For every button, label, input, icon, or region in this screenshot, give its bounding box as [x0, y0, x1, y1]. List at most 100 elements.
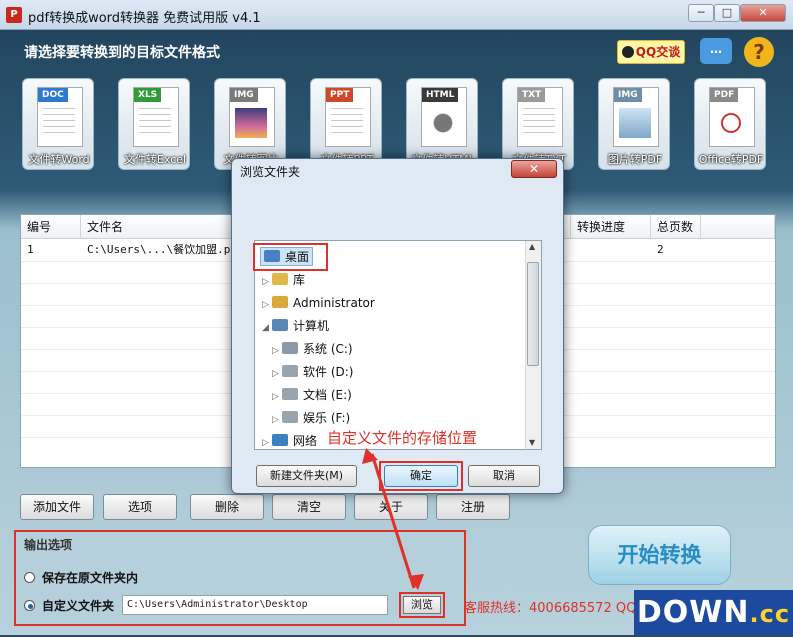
cancel-button[interactable]: 取消	[468, 465, 540, 487]
format-tag: HTML	[422, 88, 459, 102]
format-excel-button[interactable]: XLS 文件转Excel	[118, 78, 190, 170]
options-button[interactable]: 选项	[103, 494, 177, 520]
cell-progress	[571, 239, 651, 261]
html-globe-icon: HTML	[421, 87, 467, 147]
column-header-pages[interactable]: 总页数	[651, 215, 701, 239]
computer-icon	[272, 319, 288, 331]
format-label: Office转PDF	[698, 153, 764, 166]
scrollbar-thumb[interactable]	[527, 262, 539, 366]
watermark-main: DOWN	[636, 595, 750, 630]
tree-item-label: 系统 (C:)	[303, 342, 353, 356]
app-icon: P	[6, 7, 22, 23]
down-cc-watermark: DOWN.cc	[634, 590, 793, 635]
expand-arrow-icon[interactable]: ▷	[272, 410, 282, 430]
tree-item-label: 计算机	[293, 319, 330, 333]
expand-arrow-icon[interactable]: ▷	[272, 341, 282, 361]
add-file-button[interactable]: 添加文件	[20, 494, 94, 520]
new-folder-button[interactable]: 新建文件夹(M)	[256, 465, 357, 487]
format-label: 图片转PDF	[607, 153, 663, 166]
tree-item-drive-c[interactable]: ▷ 系统 (C:)	[272, 339, 353, 359]
window-title: pdf转换成word转换器 免费试用版 v4.1	[28, 11, 261, 26]
tree-item-drive-d[interactable]: ▷ 软件 (D:)	[272, 362, 353, 382]
clear-button[interactable]: 清空	[272, 494, 346, 520]
tree-item-drive-f[interactable]: ▷ 娱乐 (F:)	[272, 408, 350, 428]
expand-arrow-icon[interactable]: ▷	[262, 272, 272, 292]
format-label: 文件转Word	[28, 153, 90, 166]
qq-chat-label: QQ交谈	[635, 45, 681, 59]
tree-item-computer[interactable]: ◢ 计算机	[262, 316, 329, 336]
drive-icon	[282, 411, 298, 423]
expand-arrow-icon[interactable]: ▷	[272, 387, 282, 407]
library-icon	[272, 273, 288, 285]
minimize-button[interactable]: ─	[688, 4, 714, 22]
storage-location-annotation: 自定义文件的存储位置	[327, 429, 478, 447]
system-drive-icon	[282, 342, 298, 354]
dialog-close-button[interactable]: ✕	[511, 160, 557, 178]
radio-original-folder[interactable]	[24, 572, 35, 583]
format-label: 文件转Excel	[123, 153, 187, 166]
tree-item-label: 娱乐 (F:)	[303, 411, 351, 425]
qq-icon	[621, 46, 634, 58]
desktop-highlight	[253, 243, 328, 271]
output-options-title: 输出选项	[24, 538, 73, 552]
close-button[interactable]: ✕	[740, 4, 786, 22]
image-to-pdf-button[interactable]: IMG 图片转PDF	[598, 78, 670, 170]
format-txt-button[interactable]: TXT 文件转TXT	[502, 78, 574, 170]
format-ppt-button[interactable]: PPT 文件转PPT	[310, 78, 382, 170]
output-path-input[interactable]: C:\Users\Administrator\Desktop	[122, 595, 388, 615]
tree-item-label: 文档 (E:)	[303, 388, 352, 402]
expand-arrow-icon[interactable]: ▷	[272, 364, 282, 384]
drive-icon	[282, 388, 298, 400]
drive-icon	[282, 365, 298, 377]
format-tag: XLS	[134, 88, 162, 102]
network-icon	[272, 434, 288, 446]
delete-button[interactable]: 删除	[190, 494, 264, 520]
register-button[interactable]: 注册	[436, 494, 510, 520]
tree-item-library[interactable]: ▷ 库	[262, 270, 305, 290]
qq-chat-button[interactable]: QQ交谈	[617, 40, 685, 64]
format-heading: 请选择要转换到的目标文件格式	[24, 45, 220, 61]
radio-custom-label[interactable]: 自定义文件夹	[42, 597, 114, 614]
radio-custom-folder[interactable]	[24, 600, 35, 611]
dialog-title: 浏览文件夹	[240, 165, 301, 179]
column-header-id[interactable]: 编号	[21, 215, 81, 239]
tree-item-label: 库	[293, 273, 306, 287]
title-bar[interactable]: P pdf转换成word转换器 免费试用版 v4.1 ─ □ ✕	[0, 0, 793, 30]
help-icon[interactable]: ?	[744, 37, 774, 67]
expand-arrow-icon[interactable]: ▷	[262, 295, 272, 315]
text-file-icon: TXT	[517, 87, 563, 147]
maximize-button[interactable]: □	[714, 4, 740, 22]
spreadsheet-icon: XLS	[133, 87, 179, 147]
scroll-down-icon[interactable]: ▼	[529, 438, 535, 447]
user-folder-icon	[272, 296, 288, 308]
format-html-button[interactable]: HTML 文件转HTML	[406, 78, 478, 170]
tree-item-label: 软件 (D:)	[303, 365, 354, 379]
ok-button[interactable]: 确定	[384, 465, 458, 487]
watermark-suffix: .cc	[749, 600, 791, 628]
column-header-progress[interactable]: 转换进度	[571, 215, 651, 239]
format-tag: IMG	[614, 88, 642, 102]
start-convert-button[interactable]: 开始转换	[588, 525, 731, 585]
format-tag: PDF	[710, 88, 739, 102]
column-header-empty	[701, 215, 775, 239]
image-icon: IMG	[613, 87, 659, 147]
format-word-button[interactable]: DOC 文件转Word	[22, 78, 94, 170]
expand-arrow-icon[interactable]: ▷	[262, 433, 272, 453]
scroll-up-icon[interactable]: ▲	[529, 242, 535, 251]
tree-item-administrator[interactable]: ▷ Administrator	[262, 293, 375, 313]
about-button[interactable]: 关于	[354, 494, 428, 520]
collapse-arrow-icon[interactable]: ◢	[262, 318, 272, 338]
browse-button[interactable]: 浏览	[403, 596, 441, 614]
pdf-icon: PDF	[709, 87, 755, 147]
presentation-icon: PPT	[325, 87, 371, 147]
tree-item-network[interactable]: ▷ 网络	[262, 431, 317, 451]
office-to-pdf-button[interactable]: PDF Office转PDF	[694, 78, 766, 170]
format-tag: TXT	[518, 88, 546, 102]
tree-item-drive-e[interactable]: ▷ 文档 (E:)	[272, 385, 352, 405]
chat-bubble-icon[interactable]: …	[700, 38, 732, 64]
format-tag: DOC	[38, 88, 68, 102]
format-image-button[interactable]: IMG 文件转图片	[214, 78, 286, 170]
tree-item-label: Administrator	[293, 296, 375, 310]
radio-original-label[interactable]: 保存在原文件夹内	[42, 569, 138, 586]
format-tag: PPT	[326, 88, 354, 102]
